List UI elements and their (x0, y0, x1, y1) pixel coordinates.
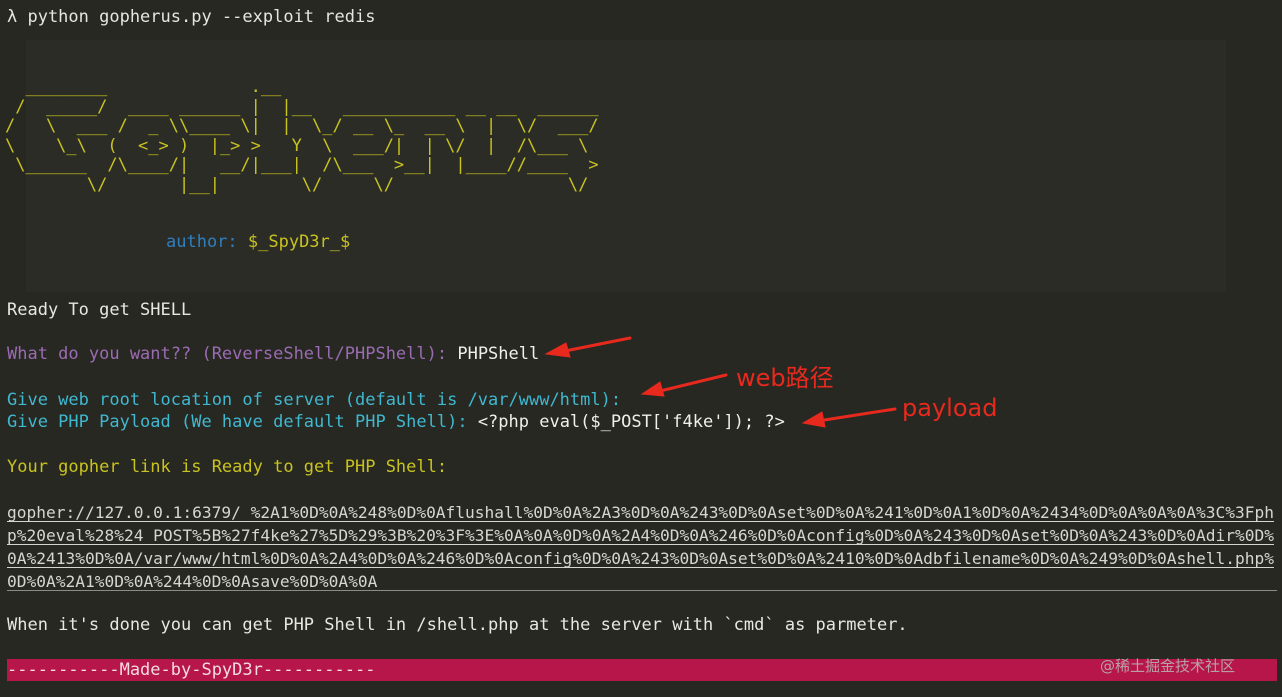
arrow-web-path (654, 373, 728, 394)
watermark: @稀土掘金技术社区 (1100, 657, 1236, 675)
arrow-payload (816, 407, 897, 423)
arrow-phpshell (558, 336, 632, 354)
note-web-path: web路径 (736, 364, 834, 392)
arrow-web-path-head (640, 381, 665, 397)
arrow-phpshell-head (544, 342, 571, 358)
note-payload: payload (902, 394, 998, 422)
annotation-arrows (544, 336, 897, 428)
arrow-payload-head (801, 411, 826, 428)
